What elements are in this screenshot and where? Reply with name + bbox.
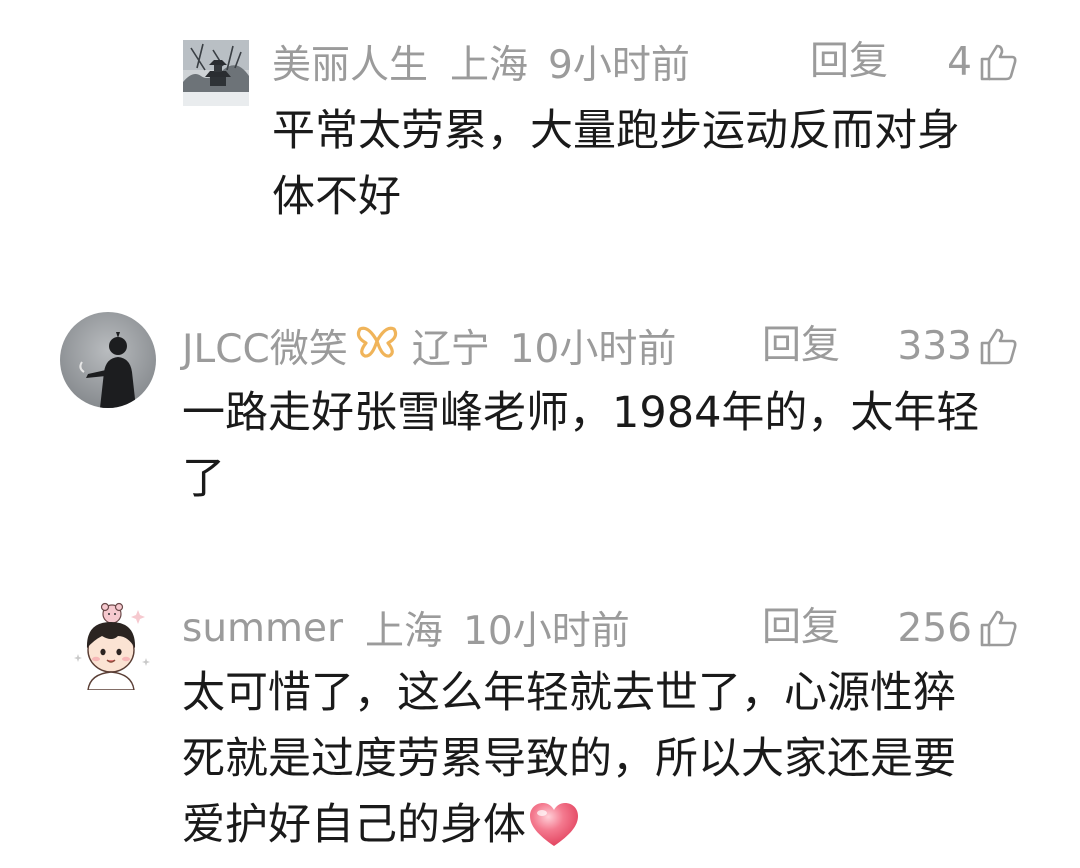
comment-text: 太可惜了，这么年轻就去世了，心源性猝 死就是过度劳累导致的，所以大家还是要 爱护… (182, 660, 956, 858)
comment-line: 太可惜了，这么年轻就去世了，心源性猝 (182, 668, 956, 718)
comment-meta: summer 上海 10小时前 (182, 604, 630, 655)
like-button[interactable]: 256 (860, 604, 1018, 652)
timestamp: 10小时前 (463, 609, 630, 654)
thumbs-up-icon (980, 610, 1017, 647)
reply-button[interactable]: 回复 (762, 604, 840, 652)
comment-line: 爱护好自己的身体 (182, 792, 956, 858)
heart-icon (530, 803, 578, 846)
comment-line: 死就是过度劳累导致的，所以大家还是要 (182, 734, 956, 784)
comment-item: summer 上海 10小时前 回复 256 太可惜了，这么年轻就去世了，心源性… (0, 0, 1080, 868)
like-count: 256 (897, 605, 972, 651)
comment-line-text: 爱护好自己的身体 (182, 800, 526, 850)
user-avatar[interactable] (66, 596, 156, 690)
username[interactable]: summer (182, 606, 343, 651)
location: 上海 (365, 609, 444, 654)
cartoon-boy-avatar (66, 596, 156, 690)
